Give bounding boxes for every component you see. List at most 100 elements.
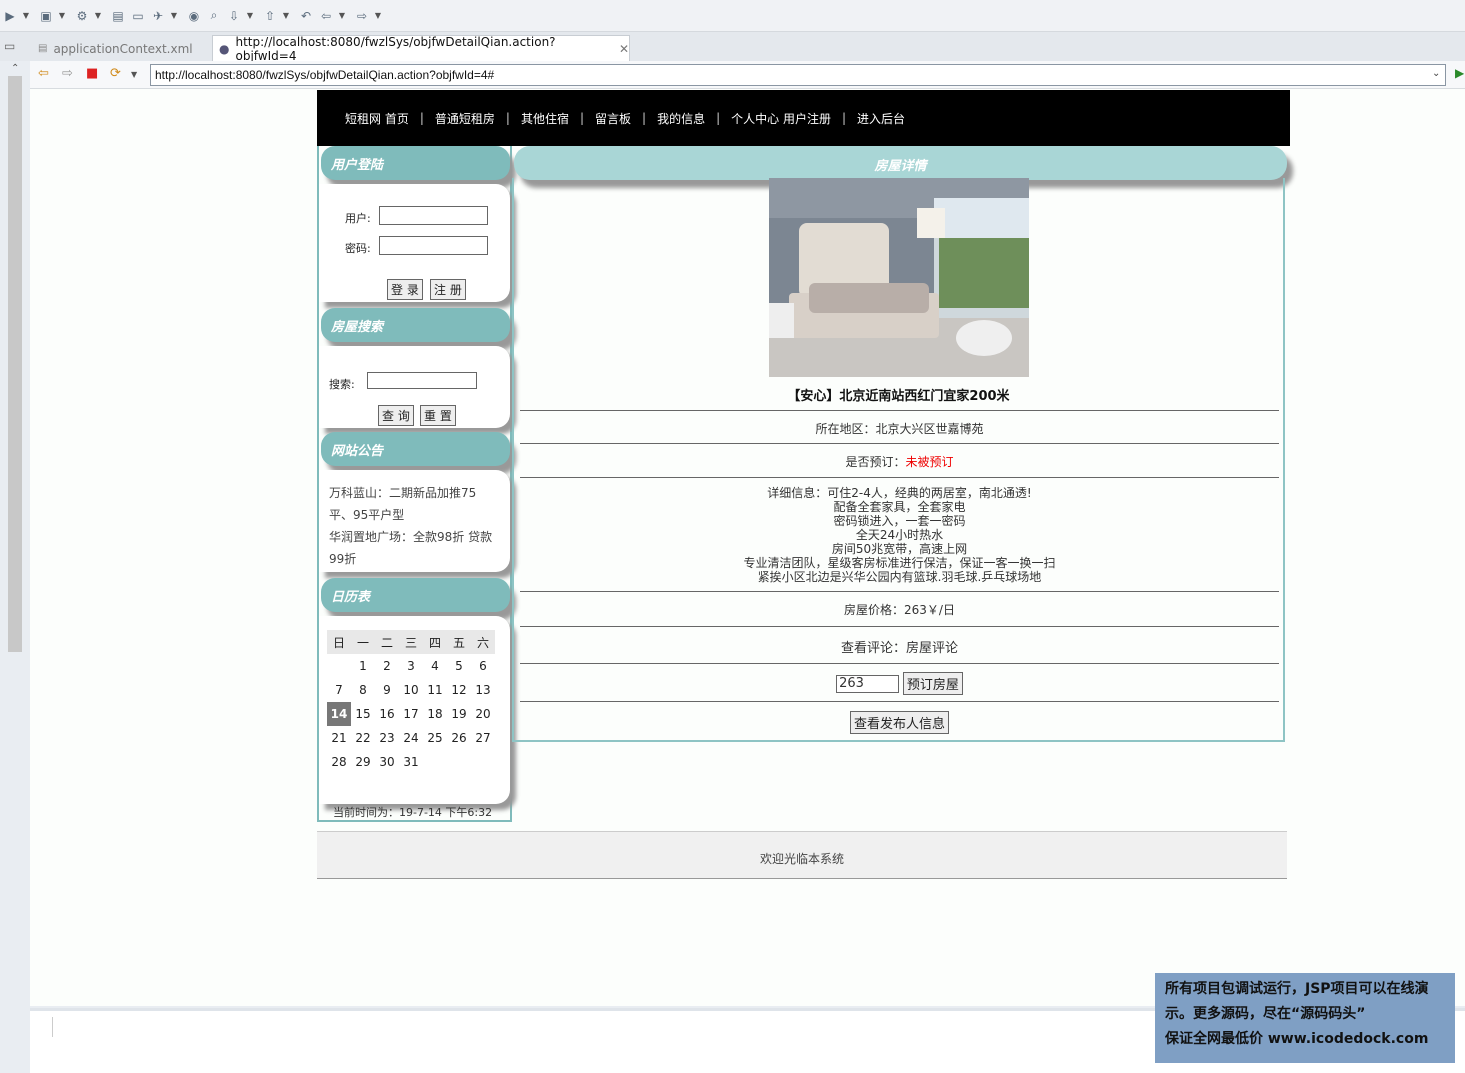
url-input[interactable]: http://localhost:8080/fwzlSys/objfwDetai… xyxy=(150,64,1446,86)
refresh-icon[interactable]: ⟳ xyxy=(110,66,121,81)
search-icon[interactable]: ⌕ xyxy=(206,6,222,26)
forward-icon[interactable]: ⇨ xyxy=(354,6,370,26)
calendar-day[interactable]: 30 xyxy=(375,750,399,774)
password-label: 密码: xyxy=(345,242,371,255)
detail-info: 详细信息：可住2-4人，经典的两居室，南北通透! 配备全套家具，全套家电 密码锁… xyxy=(520,477,1279,591)
nav-other-lodging[interactable]: 其他住宿 xyxy=(521,110,569,127)
editor-tabs: ▭ ▤ applicationContext.xml ● http://loca… xyxy=(0,32,1465,63)
query-button[interactable]: 查 询 xyxy=(378,405,414,426)
price-input[interactable]: 263 xyxy=(836,674,900,693)
region-value: 北京大兴区世嘉博苑 xyxy=(875,422,984,436)
tab-application-context[interactable]: ▤ applicationContext.xml xyxy=(30,36,210,61)
comment-label: 查看评论： xyxy=(840,641,906,656)
chevron-down-icon[interactable]: ▼ xyxy=(22,6,30,26)
minimize-icon[interactable]: ▭ xyxy=(4,39,15,53)
stop-icon[interactable]: ■ xyxy=(86,66,98,81)
weekday-header: 日 xyxy=(327,630,351,654)
watermark-line: 示。更多源码，尽在“源码码头” xyxy=(1165,1006,1366,1022)
nav-message-board[interactable]: 留言板 xyxy=(595,110,631,127)
package-icon[interactable]: ▣ xyxy=(38,6,54,26)
calendar-day[interactable]: 1 xyxy=(351,654,375,678)
nav-user-center[interactable]: 个人中心 用户注册 xyxy=(731,110,831,127)
calendar-day[interactable]: 6 xyxy=(471,654,495,678)
chevron-down-icon[interactable]: ▼ xyxy=(170,6,178,26)
browser-navbar: ⇦ ⇨ ■ ⟳ ▼ http://localhost:8080/fwzlSys/… xyxy=(30,61,1465,89)
globe-icon[interactable]: ◉ xyxy=(186,6,202,26)
comment-link[interactable]: 房屋评论 xyxy=(906,641,958,656)
chevron-down-icon[interactable]: ⌄ xyxy=(1432,68,1440,79)
last-edit-icon[interactable]: ↶ xyxy=(298,6,314,26)
tab-browser[interactable]: ● http://localhost:8080/fwzlSys/objfwDet… xyxy=(212,35,630,63)
nav-admin[interactable]: 进入后台 xyxy=(857,110,905,127)
calendar-day[interactable]: 25 xyxy=(423,726,447,750)
chevron-down-icon[interactable]: ▼ xyxy=(94,6,102,26)
search-input[interactable] xyxy=(367,372,477,389)
nav-home[interactable]: 短租网 首页 xyxy=(345,110,409,127)
password-input[interactable] xyxy=(379,236,488,255)
username-input[interactable] xyxy=(379,206,488,225)
globe-icon: ● xyxy=(219,41,230,56)
calendar-day[interactable]: 7 xyxy=(327,678,351,702)
calendar-day[interactable]: 24 xyxy=(399,726,423,750)
nav-my-info[interactable]: 我的信息 xyxy=(657,110,705,127)
calendar-day[interactable]: 13 xyxy=(471,678,495,702)
annotation-icon[interactable]: ⇩ xyxy=(226,6,242,26)
calendar-day[interactable]: 29 xyxy=(351,750,375,774)
calendar-day[interactable]: 17 xyxy=(399,702,423,726)
calendar-day[interactable]: 31 xyxy=(399,750,423,774)
open-folder-icon[interactable]: ▤ xyxy=(110,6,126,26)
search-title: 房屋搜索 xyxy=(321,308,510,342)
annotation-prev-icon[interactable]: ⇧ xyxy=(262,6,278,26)
back-icon[interactable]: ⇦ xyxy=(38,66,49,81)
watermark-banner: 所有项目包调试运行，JSP项目可以在线演 示。更多源码，尽在“源码码头” 保证全… xyxy=(1155,973,1455,1063)
region-label: 所在地区： xyxy=(815,422,876,436)
calendar-day[interactable]: 28 xyxy=(327,750,351,774)
run-icon[interactable]: ▶ xyxy=(2,6,18,26)
chevron-down-icon[interactable]: ▼ xyxy=(58,6,66,26)
forward-icon[interactable]: ⇨ xyxy=(62,66,73,81)
gear-icon[interactable]: ⚙ xyxy=(74,6,90,26)
calendar-day[interactable]: 8 xyxy=(351,678,375,702)
go-icon[interactable]: ▶ xyxy=(1455,66,1464,80)
calendar-day[interactable]: 10 xyxy=(399,678,423,702)
chevron-down-icon[interactable]: ▼ xyxy=(338,6,346,26)
weekday-header: 三 xyxy=(399,630,423,654)
chevron-up-icon[interactable]: ⌃ xyxy=(11,63,19,74)
close-icon[interactable]: ✕ xyxy=(619,42,629,56)
calendar-day[interactable]: 4 xyxy=(423,654,447,678)
calendar-day[interactable]: 18 xyxy=(423,702,447,726)
chevron-down-icon[interactable]: ▼ xyxy=(374,6,382,26)
scrollbar[interactable] xyxy=(8,76,22,652)
folder-icon[interactable]: ▭ xyxy=(130,6,146,26)
calendar-day[interactable]: 16 xyxy=(375,702,399,726)
calendar-day[interactable]: 19 xyxy=(447,702,471,726)
login-button[interactable]: 登 录 xyxy=(387,279,423,300)
calendar-day[interactable]: 3 xyxy=(399,654,423,678)
notice-item[interactable]: 华润置地广场：全款98折 贷款99折 xyxy=(329,526,500,570)
calendar-day[interactable]: 22 xyxy=(351,726,375,750)
calendar-day[interactable]: 27 xyxy=(471,726,495,750)
back-icon[interactable]: ⇦ xyxy=(318,6,334,26)
calendar-day[interactable]: 5 xyxy=(447,654,471,678)
rocket-icon[interactable]: ✈ xyxy=(150,6,166,26)
calendar-day[interactable]: 2 xyxy=(375,654,399,678)
nav-short-rent[interactable]: 普通短租房 xyxy=(435,110,495,127)
chevron-down-icon[interactable]: ▼ xyxy=(246,6,254,26)
register-button[interactable]: 注 册 xyxy=(430,279,466,300)
chevron-down-icon[interactable]: ▼ xyxy=(131,70,137,79)
calendar-day[interactable]: 21 xyxy=(327,726,351,750)
calendar-day[interactable]: 12 xyxy=(447,678,471,702)
chevron-down-icon[interactable]: ▼ xyxy=(282,6,290,26)
calendar-day[interactable]: 15 xyxy=(351,702,375,726)
calendar-day[interactable]: 23 xyxy=(375,726,399,750)
notice-item[interactable]: 万科蓝山：二期新品加推75平、95平户型 xyxy=(329,482,500,526)
calendar-today[interactable]: 14 xyxy=(327,702,351,726)
calendar-day[interactable]: 9 xyxy=(375,678,399,702)
reset-button[interactable]: 重 置 xyxy=(420,405,456,426)
calendar-day[interactable]: 20 xyxy=(471,702,495,726)
info-line: 密码锁进入，一套一密码 xyxy=(833,514,966,528)
book-button[interactable]: 预订房屋 xyxy=(902,672,963,695)
calendar-day[interactable]: 26 xyxy=(447,726,471,750)
calendar-day[interactable]: 11 xyxy=(423,678,447,702)
publisher-button[interactable]: 查看发布人信息 xyxy=(849,711,949,734)
